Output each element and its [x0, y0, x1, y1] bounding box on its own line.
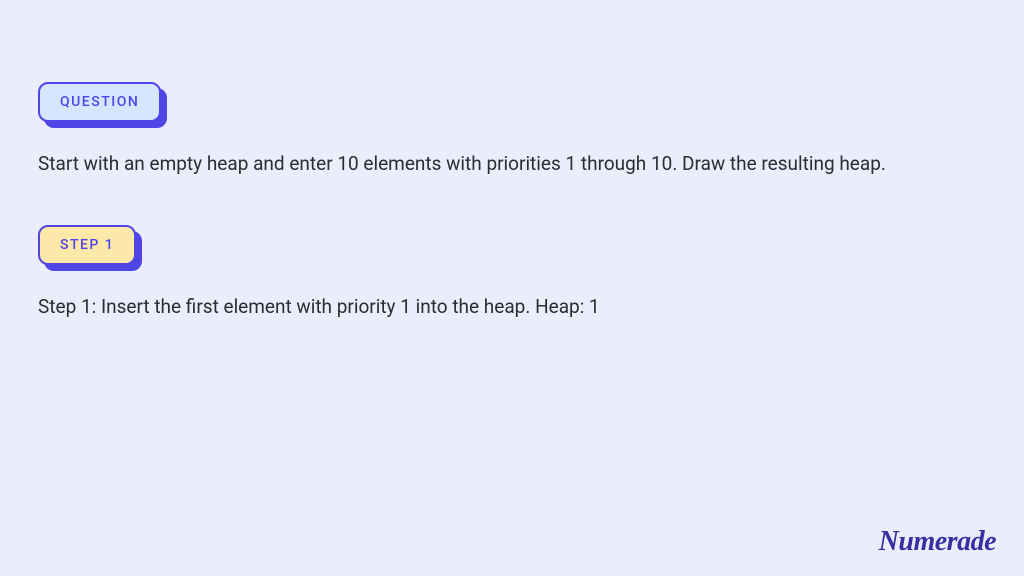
- step-badge-label: STEP 1: [38, 225, 136, 265]
- step-badge: STEP 1: [38, 225, 136, 265]
- question-badge-label: QUESTION: [38, 82, 161, 122]
- step-text: Step 1: Insert the first element with pr…: [38, 293, 986, 322]
- question-badge: QUESTION: [38, 82, 161, 122]
- brand-logo: Numerade: [879, 526, 996, 558]
- slide-content: QUESTION Start with an empty heap and en…: [0, 0, 1024, 321]
- question-text: Start with an empty heap and enter 10 el…: [38, 150, 986, 179]
